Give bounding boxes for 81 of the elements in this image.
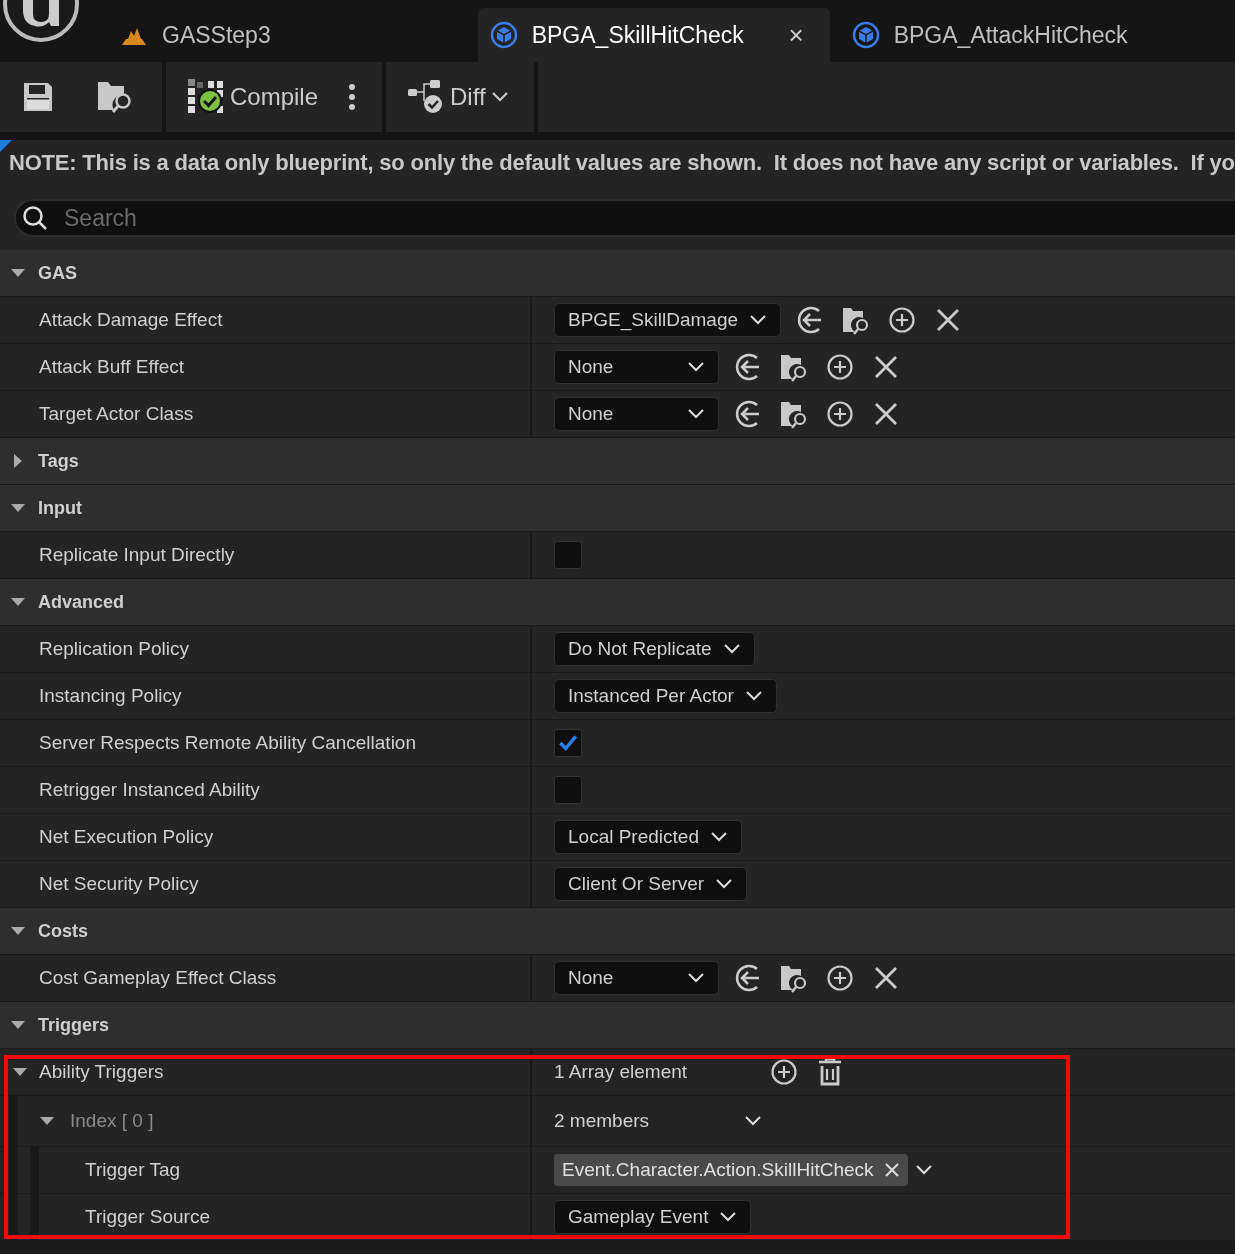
compile-success-icon: [188, 79, 224, 115]
compile-button[interactable]: Compile: [188, 79, 319, 115]
dropdown[interactable]: Do Not Replicate: [554, 632, 755, 666]
checkmark-icon: [557, 732, 579, 754]
add-icon[interactable]: [825, 399, 855, 429]
caret-icon: [750, 315, 767, 325]
property-label: Replicate Input Directly: [39, 544, 235, 566]
dropdown[interactable]: None: [554, 961, 719, 995]
caret-icon: [491, 92, 508, 102]
property-label: Server Respects Remote Ability Cancellation: [39, 732, 416, 754]
close-button[interactable]: ×: [784, 19, 808, 51]
property-label: Target Actor Class: [39, 403, 194, 425]
category-header[interactable]: Input: [0, 485, 1235, 532]
folder-search-icon[interactable]: [779, 399, 809, 429]
remove-icon[interactable]: [883, 1162, 900, 1178]
add-icon[interactable]: [825, 963, 855, 993]
category-title: Advanced: [38, 591, 125, 613]
property-label: Trigger Source: [85, 1206, 210, 1228]
category-header[interactable]: Tags: [0, 438, 1235, 485]
folder-search-icon[interactable]: [779, 352, 809, 382]
folder-search-icon[interactable]: [96, 80, 134, 114]
property-label: Instancing Policy: [39, 685, 182, 707]
category-header[interactable]: Triggers: [0, 1002, 1235, 1049]
corner-marker: [0, 140, 12, 152]
caret-icon[interactable]: [915, 1165, 932, 1175]
checkbox[interactable]: [554, 776, 582, 804]
editor-tab[interactable]: BPGA_SkillHitCheck ×: [477, 8, 830, 62]
property-label: Ability Triggers: [39, 1061, 164, 1083]
category-title: Tags: [38, 450, 79, 472]
dropdown[interactable]: Client Or Server: [554, 867, 748, 901]
array-count: 1 Array element: [554, 1061, 688, 1083]
checkbox[interactable]: [554, 541, 582, 569]
property-label: Net Execution Policy: [39, 826, 214, 848]
property-label: Trigger Tag: [85, 1159, 181, 1181]
category-header[interactable]: Advanced: [0, 579, 1235, 626]
search-icon: [22, 205, 48, 231]
editor-tab[interactable]: GASStep3: [108, 8, 293, 62]
property-label: Replication Policy: [39, 638, 189, 660]
add-icon[interactable]: [887, 305, 918, 335]
member-count: 2 members: [554, 1110, 650, 1132]
data-only-note: NOTE: This is a data only blueprint, so only the default values are shown. It does not have any script or variables. If yo: [8, 149, 1235, 176]
dropdown[interactable]: None: [554, 350, 719, 384]
caret-icon: [716, 879, 733, 889]
dropdown[interactable]: Local Predicted: [554, 820, 742, 854]
editor-tab[interactable]: BPGA_AttackHitCheck: [839, 8, 1150, 62]
caret-icon: [688, 973, 704, 983]
caret-icon: [745, 691, 762, 701]
category-title: Input: [38, 497, 82, 519]
gameplay-tag[interactable]: Event.Character.Action.SkillHitCheck: [554, 1154, 908, 1186]
caret-icon: [688, 409, 704, 419]
property-label: Attack Damage Effect: [39, 309, 223, 331]
search-field[interactable]: Search: [14, 199, 1235, 237]
diff-icon: [408, 79, 445, 115]
property-label: Cost Gameplay Effect Class: [39, 967, 277, 989]
dropdown[interactable]: BPGE_SkillDamage: [554, 303, 782, 337]
diff-button[interactable]: Diff: [408, 79, 508, 115]
save-icon[interactable]: [22, 81, 54, 113]
property-label: Attack Buff Effect: [39, 356, 185, 378]
cube-icon: [489, 21, 518, 49]
category-title: Triggers: [38, 1014, 110, 1036]
add-icon[interactable]: [769, 1057, 800, 1087]
category-header[interactable]: Costs: [0, 908, 1235, 955]
caret-icon[interactable]: [745, 1116, 762, 1126]
caret-icon: [723, 644, 740, 654]
property-label: Index [ 0 ]: [70, 1110, 154, 1132]
category-header[interactable]: GAS: [0, 250, 1235, 297]
property-label: Net Security Policy: [39, 873, 199, 895]
add-icon[interactable]: [825, 352, 855, 382]
category-title: Costs: [38, 920, 88, 942]
cube-icon: [851, 21, 880, 49]
folder-search-icon[interactable]: [779, 963, 809, 993]
caret-icon: [720, 1212, 737, 1222]
checkbox[interactable]: [554, 729, 582, 757]
caret-icon: [688, 362, 704, 372]
more-options-icon[interactable]: [348, 83, 357, 111]
dropdown[interactable]: Instanced Per Actor: [554, 679, 777, 713]
property-label: Retrigger Instanced Ability: [39, 779, 260, 801]
category-title: GAS: [38, 262, 77, 284]
dropdown[interactable]: Gameplay Event: [554, 1200, 752, 1234]
dropdown[interactable]: None: [554, 397, 719, 431]
caret-icon: [710, 832, 727, 842]
